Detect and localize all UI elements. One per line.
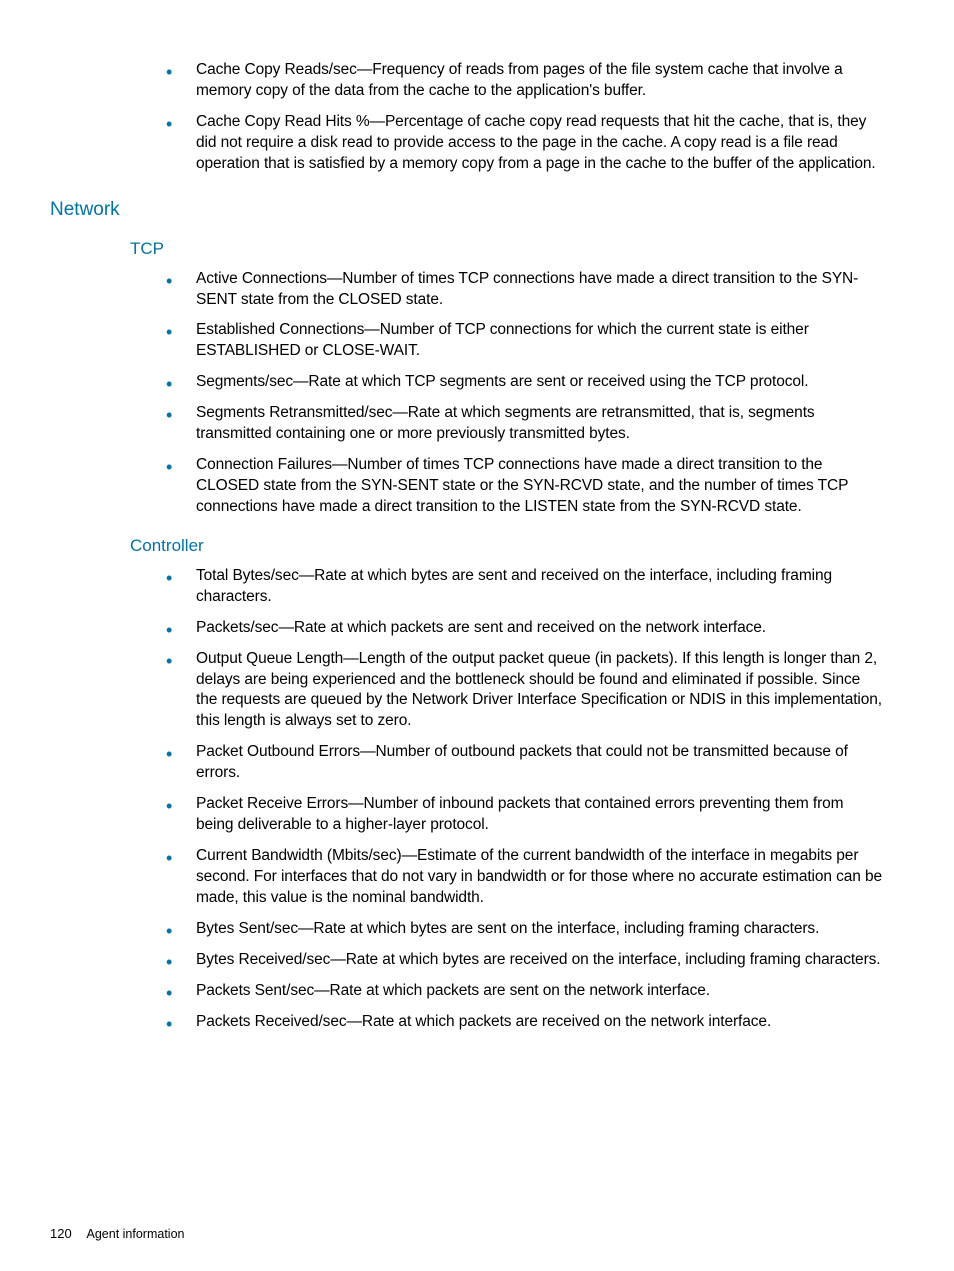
list-item: Bytes Sent/sec—Rate at which bytes are s… [160, 919, 884, 940]
list-item: Active Connections—Number of times TCP c… [160, 269, 884, 311]
list-item: Connection Failures—Number of times TCP … [160, 455, 884, 518]
heading-tcp: TCP [130, 239, 904, 259]
heading-controller: Controller [130, 536, 904, 556]
list-item: Bytes Received/sec—Rate at which bytes a… [160, 950, 884, 971]
list-item: Packet Outbound Errors—Number of outboun… [160, 742, 884, 784]
list-item: Segments Retransmitted/sec—Rate at which… [160, 403, 884, 445]
cache-metrics-list: Cache Copy Reads/sec—Frequency of reads … [160, 60, 884, 175]
list-item: Cache Copy Read Hits %—Percentage of cac… [160, 112, 884, 175]
list-item: Segments/sec—Rate at which TCP segments … [160, 372, 884, 393]
list-item: Cache Copy Reads/sec—Frequency of reads … [160, 60, 884, 102]
controller-metrics-list: Total Bytes/sec—Rate at which bytes are … [160, 566, 884, 1033]
page-number: 120 [50, 1226, 72, 1241]
list-item: Packets/sec—Rate at which packets are se… [160, 618, 884, 639]
list-item: Packets Received/sec—Rate at which packe… [160, 1012, 884, 1033]
list-item: Total Bytes/sec—Rate at which bytes are … [160, 566, 884, 608]
list-item: Packets Sent/sec—Rate at which packets a… [160, 981, 884, 1002]
page-footer: 120 Agent information [50, 1226, 184, 1241]
list-item: Established Connections—Number of TCP co… [160, 320, 884, 362]
heading-network: Network [50, 199, 904, 221]
tcp-metrics-list: Active Connections—Number of times TCP c… [160, 269, 884, 518]
list-item: Output Queue Length—Length of the output… [160, 649, 884, 733]
section-title: Agent information [87, 1227, 185, 1241]
list-item: Current Bandwidth (Mbits/sec)—Estimate o… [160, 846, 884, 909]
list-item: Packet Receive Errors—Number of inbound … [160, 794, 884, 836]
